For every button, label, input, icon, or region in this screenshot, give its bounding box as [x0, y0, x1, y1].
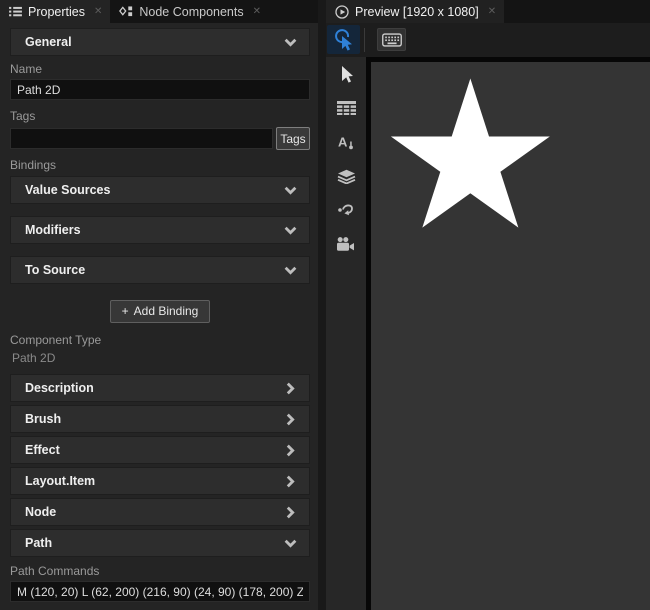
layers-icon — [337, 169, 356, 184]
section-header-to-source[interactable]: To Source — [10, 256, 310, 284]
section-header-layout-item[interactable]: Layout.Item — [10, 467, 310, 495]
chevron-right-icon — [284, 477, 297, 486]
camera-tool-button[interactable] — [326, 227, 366, 261]
list-icon — [9, 6, 22, 17]
close-icon[interactable]: ✕ — [253, 7, 261, 17]
path-curve-icon — [338, 203, 354, 218]
section-header-modifiers[interactable]: Modifiers — [10, 216, 310, 244]
section-header-general[interactable]: General — [10, 28, 310, 56]
section-header-description[interactable]: Description — [10, 374, 310, 402]
text-tool-button[interactable]: A — [326, 125, 366, 159]
chevron-down-icon — [284, 186, 297, 195]
section-header-effect[interactable]: Effect — [10, 436, 310, 464]
properties-panel: Properties ✕ Node Components ✕ General — [0, 0, 318, 610]
select-tool-button[interactable] — [326, 57, 366, 91]
chevron-down-icon — [284, 539, 297, 548]
path-commands-label: Path Commands — [10, 564, 310, 578]
app-window: Properties ✕ Node Components ✕ General — [0, 0, 650, 610]
chevron-down-icon — [284, 38, 297, 47]
svg-text:A: A — [338, 135, 348, 150]
play-icon — [335, 5, 349, 19]
name-label: Name — [10, 62, 310, 76]
bindings-label: Bindings — [10, 158, 310, 172]
interact-cursor-icon — [334, 28, 354, 52]
path-tool-button[interactable] — [326, 193, 366, 227]
keyboard-icon — [382, 33, 402, 47]
tab-label: Preview [1920 x 1080] — [355, 5, 479, 19]
plus-icon: + — [122, 304, 129, 318]
component-type-value: Path 2D — [10, 351, 310, 365]
tab-preview[interactable]: Preview [1920 x 1080] ✕ — [326, 0, 504, 23]
properties-content: General Name Tags Tags Bindings Value So… — [0, 23, 318, 610]
panel-splitter[interactable] — [318, 0, 326, 610]
tags-input[interactable] — [10, 128, 273, 149]
grid-table-icon — [337, 101, 356, 115]
add-binding-button[interactable]: + Add Binding — [110, 300, 211, 323]
chevron-right-icon — [284, 446, 297, 455]
chevron-right-icon — [284, 508, 297, 517]
camera-icon — [337, 237, 355, 251]
chevron-right-icon — [284, 384, 297, 393]
tags-button[interactable]: Tags — [276, 127, 310, 150]
section-header-brush[interactable]: Brush — [10, 405, 310, 433]
preview-body: A — [326, 57, 650, 610]
close-icon[interactable]: ✕ — [488, 7, 496, 17]
star-shape — [391, 79, 550, 228]
preview-toolbar — [326, 23, 650, 57]
tags-label: Tags — [10, 109, 310, 123]
chevron-down-icon — [284, 266, 297, 275]
preview-panel: Preview [1920 x 1080] ✕ — [326, 0, 650, 610]
left-tabbar: Properties ✕ Node Components ✕ — [0, 0, 318, 23]
preview-tabbar: Preview [1920 x 1080] ✕ — [326, 0, 650, 23]
tab-label: Node Components — [139, 5, 243, 19]
node-components-icon — [119, 6, 133, 17]
add-binding-label: Add Binding — [134, 304, 199, 318]
section-header-value-sources[interactable]: Value Sources — [10, 176, 310, 204]
preview-tool-strip: A — [326, 57, 366, 610]
chevron-down-icon — [284, 226, 297, 235]
name-input[interactable] — [10, 79, 310, 100]
preview-canvas[interactable] — [366, 57, 650, 610]
section-header-node[interactable]: Node — [10, 498, 310, 526]
text-anchor-icon: A — [338, 134, 355, 150]
tab-properties[interactable]: Properties ✕ — [0, 0, 110, 23]
virtual-keyboard-button[interactable] — [377, 28, 406, 51]
component-type-label: Component Type — [10, 333, 310, 347]
layers-tool-button[interactable] — [326, 159, 366, 193]
toolbar-divider — [364, 28, 365, 52]
path-commands-input[interactable] — [10, 581, 310, 602]
select-arrow-icon — [339, 65, 354, 84]
interact-cursor-tool-button[interactable] — [327, 25, 360, 54]
section-header-path[interactable]: Path — [10, 529, 310, 557]
grid-tool-button[interactable] — [326, 91, 366, 125]
close-icon[interactable]: ✕ — [94, 7, 102, 17]
chevron-right-icon — [284, 415, 297, 424]
tab-node-components[interactable]: Node Components ✕ — [110, 0, 269, 23]
tab-label: Properties — [28, 5, 85, 19]
